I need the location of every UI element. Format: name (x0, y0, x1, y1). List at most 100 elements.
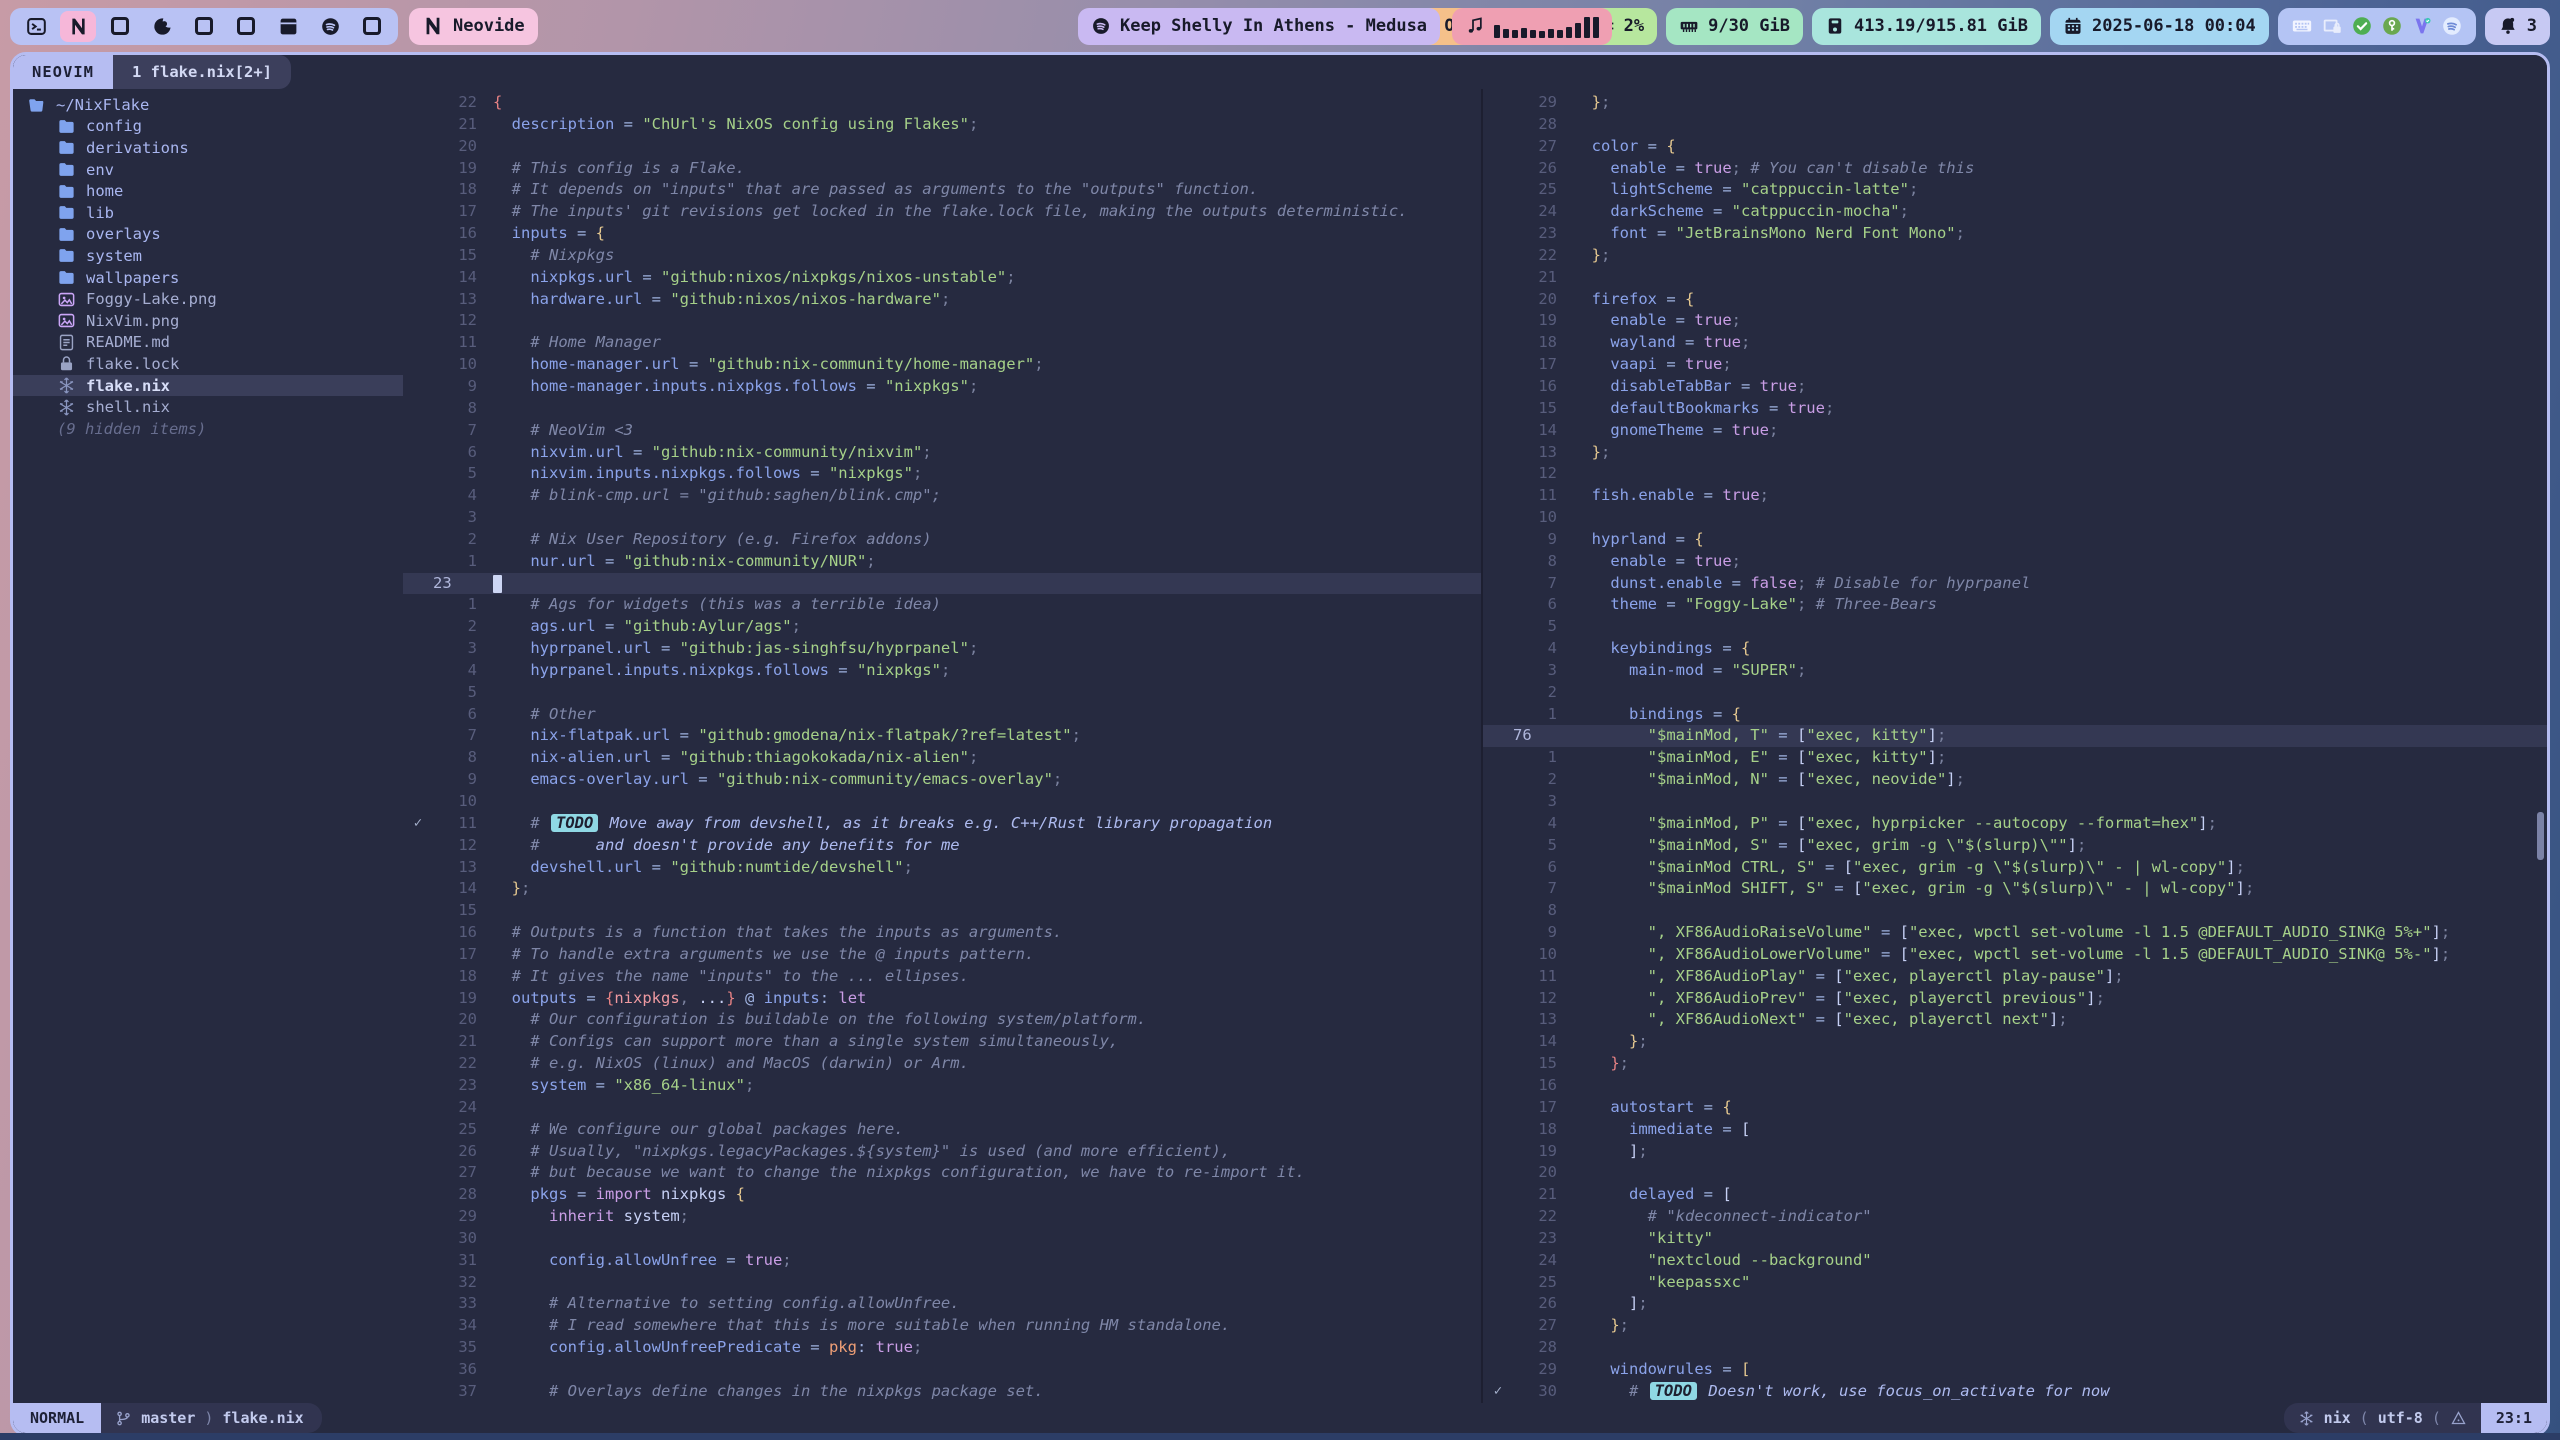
scrollbar-thumb[interactable] (2537, 812, 2544, 860)
code-line[interactable]: 29 }; (1483, 92, 2547, 114)
code-line[interactable]: 18 wayland = true; (1483, 332, 2547, 354)
code-line[interactable]: 13 hardware.url = "github:nixos/nixos-ha… (403, 289, 1481, 311)
code-line[interactable]: 14 }; (403, 878, 1481, 900)
code-line[interactable]: 19 enable = true; (1483, 310, 2547, 332)
window-title-pill[interactable]: Neovide (409, 8, 538, 45)
code-line[interactable]: 4 keybindings = { (1483, 638, 2547, 660)
tree-item-readme-md[interactable]: README.md (13, 332, 403, 354)
code-line[interactable]: 17 # To handle extra arguments we use th… (403, 944, 1481, 966)
code-line[interactable]: 13 devshell.url = "github:numtide/devshe… (403, 857, 1481, 879)
code-line[interactable]: 15 defaultBookmarks = true; (1483, 398, 2547, 420)
tree-item-derivations[interactable]: derivations (13, 137, 403, 159)
code-line[interactable]: 17 autostart = { (1483, 1097, 2547, 1119)
code-line[interactable]: 13 }; (1483, 442, 2547, 464)
tree-item-config[interactable]: config (13, 116, 403, 138)
workspace-dot[interactable] (228, 11, 264, 42)
editor-pane-left[interactable]: 22{21 description = "ChUrl's NixOS confi… (403, 89, 1481, 1403)
code-line[interactable]: 23 system = "x86_64-linux"; (403, 1075, 1481, 1097)
code-line[interactable]: 19 outputs = {nixpkgs, ...} @ inputs: le… (403, 988, 1481, 1010)
code-line[interactable]: 16 (1483, 1075, 2547, 1097)
code-line[interactable]: 25 lightScheme = "catppuccin-latte"; (1483, 179, 2547, 201)
code-line[interactable]: 24 (403, 1097, 1481, 1119)
code-line[interactable]: 14 nixpkgs.url = "github:nixos/nixpkgs/n… (403, 267, 1481, 289)
code-line[interactable]: 22{ (403, 92, 1481, 114)
code-line[interactable]: 26 ]; (1483, 1293, 2547, 1315)
workspace-neovim[interactable] (60, 11, 96, 42)
code-line[interactable]: 8 enable = true; (1483, 551, 2547, 573)
code-line[interactable]: 22 # e.g. NixOS (linux) and MacOS (darwi… (403, 1053, 1481, 1075)
code-line[interactable]: 10 home-manager.url = "github:nix-commun… (403, 354, 1481, 376)
tree-item-shell-nix[interactable]: shell.nix (13, 396, 403, 418)
spotify-tray-icon[interactable] (2441, 15, 2463, 37)
code-line[interactable]: 33 # Alternative to setting config.allow… (403, 1293, 1481, 1315)
code-line[interactable]: 15 (403, 900, 1481, 922)
code-line[interactable]: 3 hyprpanel.url = "github:jas-singhfsu/h… (403, 638, 1481, 660)
code-line[interactable]: 4 "$mainMod, P" = ["exec, hyprpicker --a… (1483, 813, 2547, 835)
code-line[interactable]: 7 "$mainMod SHIFT, S" = ["exec, grim -g … (1483, 878, 2547, 900)
code-line[interactable]: 10 ", XF86AudioLowerVolume" = ["exec, wp… (1483, 944, 2547, 966)
now-playing-pill[interactable]: Keep Shelly In Athens - Medusa (1078, 8, 1440, 45)
code-line[interactable]: 4 # blink-cmp.url = "github:saghen/blink… (403, 485, 1481, 507)
workspace-files[interactable] (270, 11, 306, 42)
workspace-dot[interactable] (102, 11, 138, 42)
code-line[interactable]: 10 (403, 791, 1481, 813)
code-line[interactable]: 31 config.allowUnfree = true; (403, 1250, 1481, 1272)
code-line[interactable]: 16 disableTabBar = true; (1483, 376, 2547, 398)
workspace-dot[interactable] (186, 11, 222, 42)
code-line[interactable]: 12 ", XF86AudioPrev" = ["exec, playerctl… (1483, 988, 2547, 1010)
code-line[interactable]: 32 (403, 1272, 1481, 1294)
code-line[interactable]: 12 (1483, 463, 2547, 485)
tree-item-flake-nix[interactable]: flake.nix (13, 375, 403, 397)
code-line[interactable]: 20 (1483, 1162, 2547, 1184)
code-line[interactable]: 8 (403, 398, 1481, 420)
code-line[interactable]: 35 config.allowUnfreePredicate = pkg: tr… (403, 1337, 1481, 1359)
code-line[interactable]: 27 # but because we want to change the n… (403, 1162, 1481, 1184)
code-line[interactable]: 11 # Home Manager (403, 332, 1481, 354)
code-line[interactable]: 20 firefox = { (1483, 289, 2547, 311)
code-line[interactable]: 2 ags.url = "github:Aylur/ags"; (403, 616, 1481, 638)
code-line[interactable]: 25 "keepassxc" (1483, 1272, 2547, 1294)
code-line[interactable]: 1 nur.url = "github:nix-community/NUR"; (403, 551, 1481, 573)
code-line[interactable]: 15 # Nixpkgs (403, 245, 1481, 267)
tree-item--9-hidden-items-[interactable]: (9 hidden items) (13, 418, 403, 440)
code-line[interactable]: 6 theme = "Foggy-Lake"; # Three-Bears (1483, 594, 2547, 616)
code-line[interactable]: 36 (403, 1359, 1481, 1381)
key-icon[interactable] (2381, 15, 2403, 37)
code-line[interactable]: 27 }; (1483, 1315, 2547, 1337)
code-line[interactable]: 24 "nextcloud --background" (1483, 1250, 2547, 1272)
code-line[interactable]: 5 "$mainMod, S" = ["exec, grim -g \"$(sl… (1483, 835, 2547, 857)
keyboard-icon[interactable] (2291, 15, 2313, 37)
clock-pill[interactable]: 2025-06-18 00:04 (2050, 8, 2269, 45)
notification-count-pill[interactable]: 3 (2485, 8, 2550, 45)
code-line[interactable]: 2 (1483, 682, 2547, 704)
visualizer-pill[interactable] (1452, 8, 1612, 45)
tree-item-flake-lock[interactable]: flake.lock (13, 353, 403, 375)
code-line[interactable]: 34 # I read somewhere that this is more … (403, 1315, 1481, 1337)
code-line[interactable]: 2 # Nix User Repository (e.g. Firefox ad… (403, 529, 1481, 551)
tree-item-overlays[interactable]: overlays (13, 224, 403, 246)
code-line[interactable]: 15 }; (1483, 1053, 2547, 1075)
code-line[interactable]: 4 hyprpanel.inputs.nixpkgs.follows = "ni… (403, 660, 1481, 682)
disk-pill[interactable]: 413.19/915.81 GiB (1812, 8, 2041, 45)
code-line[interactable]: 8 nix-alien.url = "github:thiagokokada/n… (403, 747, 1481, 769)
code-line[interactable]: 21 description = "ChUrl's NixOS config u… (403, 114, 1481, 136)
code-line[interactable]: 23 "kitty" (1483, 1228, 2547, 1250)
tree-item-wallpapers[interactable]: wallpapers (13, 267, 403, 289)
code-line[interactable]: 9 hyprland = { (1483, 529, 2547, 551)
code-line[interactable]: 14 gnomeTheme = true; (1483, 420, 2547, 442)
workspace-dot[interactable] (354, 11, 390, 42)
code-line[interactable]: 22 # "kdeconnect-indicator" (1483, 1206, 2547, 1228)
code-line[interactable]: 6 nixvim.url = "github:nix-community/nix… (403, 442, 1481, 464)
code-line[interactable]: 25 # We configure our global packages he… (403, 1119, 1481, 1141)
memory-pill[interactable]: 9/30 GiB (1666, 8, 1803, 45)
code-line[interactable]: 13 ", XF86AudioNext" = ["exec, playerctl… (1483, 1009, 2547, 1031)
code-line[interactable]: 37 # Overlays define changes in the nixp… (403, 1381, 1481, 1403)
file-tree[interactable]: ~/NixFlakeconfigderivationsenvhomelibove… (13, 89, 403, 1403)
code-line[interactable]: 28 pkgs = import nixpkgs { (403, 1184, 1481, 1206)
code-line[interactable]: 24 darkScheme = "catppuccin-mocha"; (1483, 201, 2547, 223)
tree-item-foggy-lake-png[interactable]: Foggy-Lake.png (13, 288, 403, 310)
code-line[interactable]: 22 }; (1483, 245, 2547, 267)
code-line[interactable]: 23 (403, 573, 1481, 595)
code-line[interactable]: 9 home-manager.inputs.nixpkgs.follows = … (403, 376, 1481, 398)
tree-item-nixvim-png[interactable]: NixVim.png (13, 310, 403, 332)
